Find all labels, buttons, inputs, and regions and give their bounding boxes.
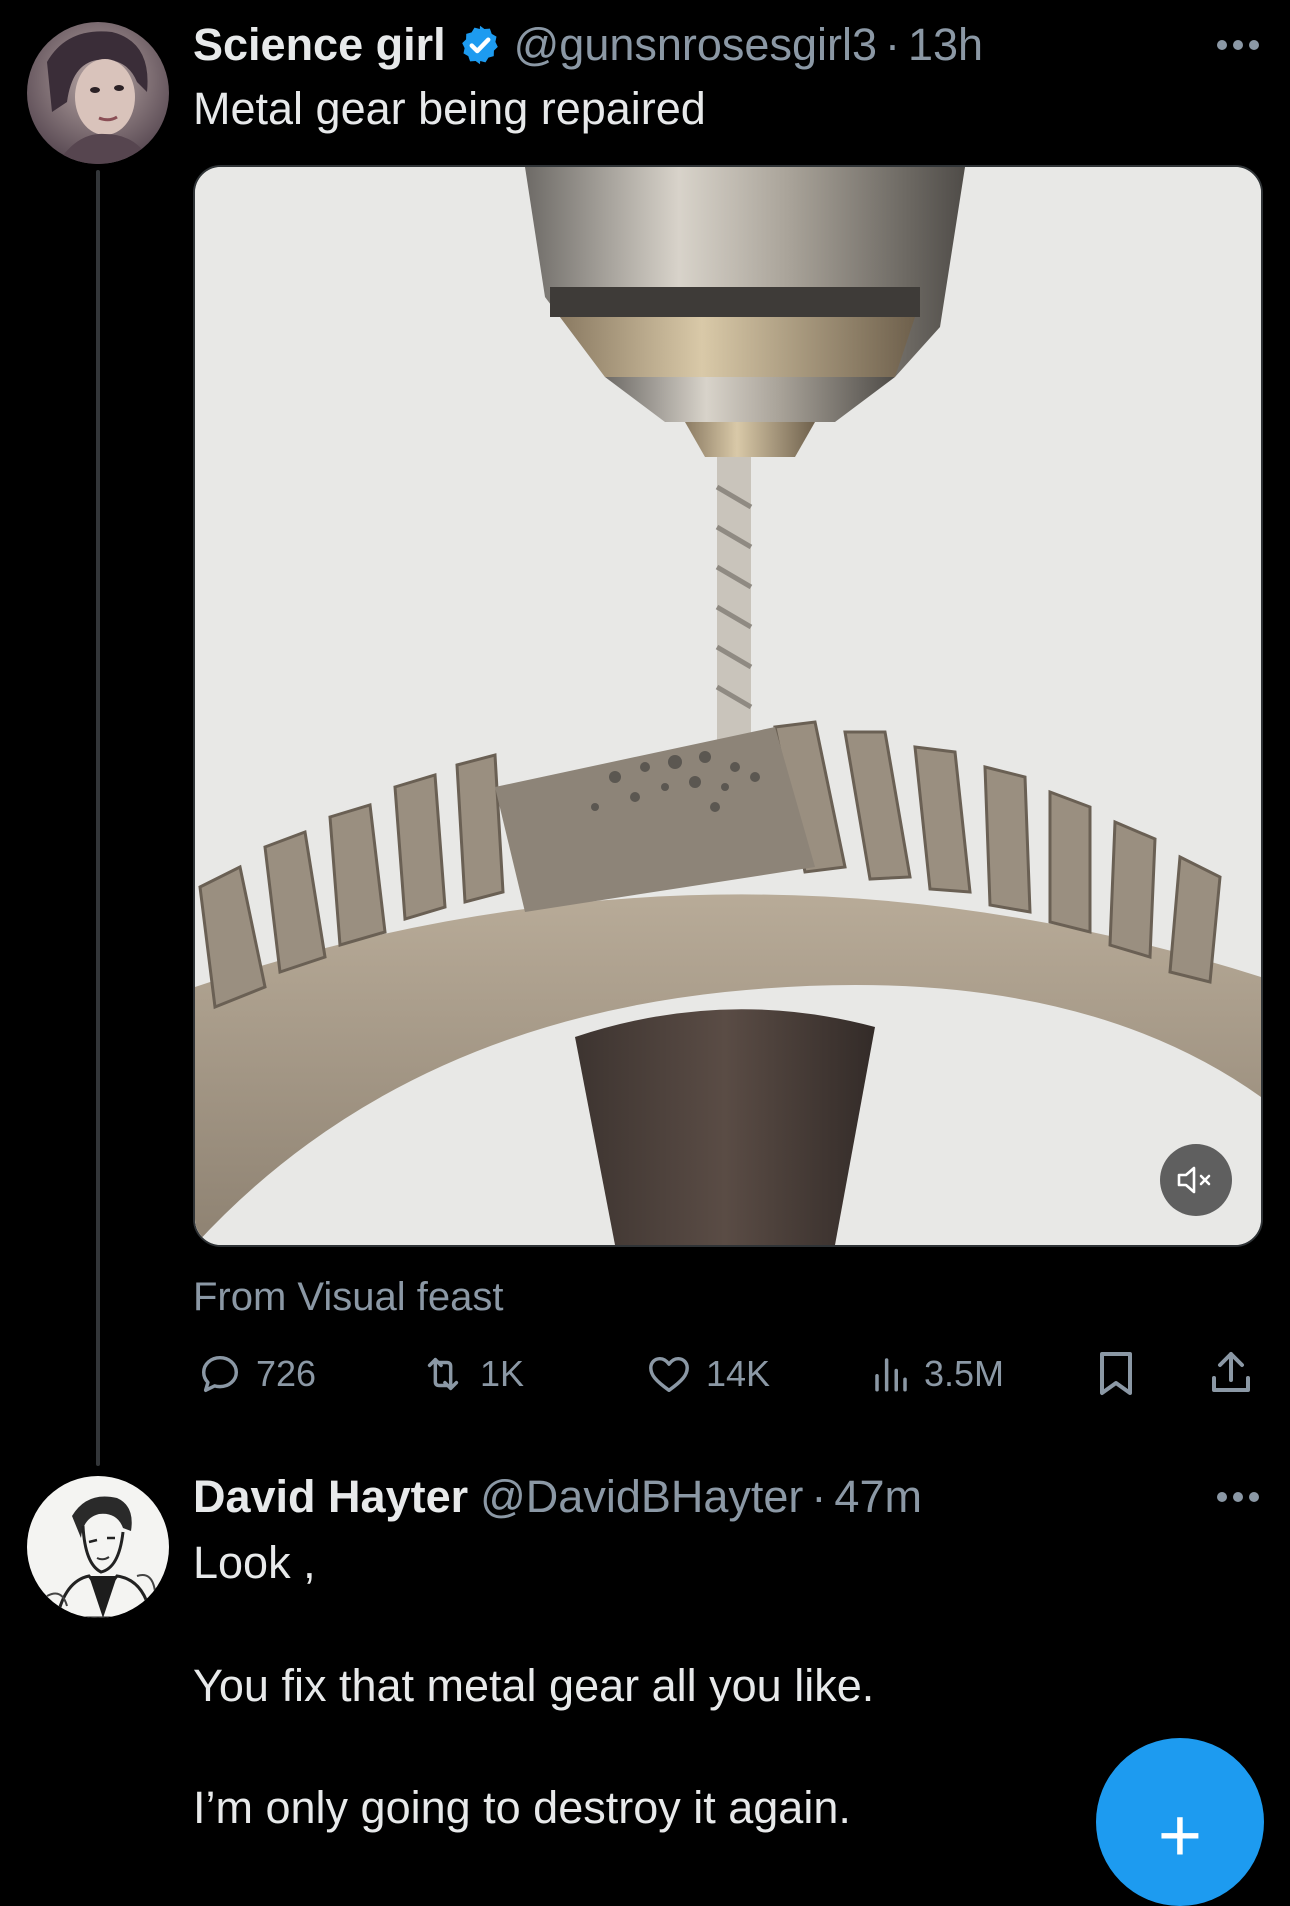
like-icon — [649, 1356, 689, 1393]
avatar-image — [27, 22, 169, 164]
view-count: 3.5M — [924, 1353, 1005, 1394]
plus-icon: + — [1157, 1793, 1203, 1878]
verified-badge-icon — [461, 25, 498, 65]
tweet1-separator: · — [885, 19, 900, 70]
like-count: 14K — [706, 1353, 771, 1394]
tweet1-display-name[interactable]: Science girl — [193, 18, 446, 72]
tweet2-display-name[interactable]: David Hayter — [193, 1470, 468, 1524]
like-button[interactable]: 14K — [644, 1350, 770, 1398]
reply-count: 726 — [256, 1353, 317, 1394]
repost-icon — [427, 1357, 459, 1391]
tweet1-video[interactable] — [193, 165, 1263, 1247]
avatar-image — [27, 1476, 169, 1618]
mute-icon — [1177, 1166, 1211, 1194]
views-icon — [875, 1358, 907, 1392]
compose-button[interactable]: + — [1096, 1738, 1264, 1906]
views-button[interactable]: 3.5M — [870, 1350, 1004, 1398]
tweet1-handle[interactable]: @gunsnrosesgirl3 — [514, 18, 877, 72]
reply-button[interactable]: 726 — [196, 1350, 316, 1398]
media-source-attribution[interactable]: From Visual feast — [193, 1272, 504, 1322]
more-icon[interactable] — [1215, 1490, 1261, 1504]
tweet1-text: Metal gear being repaired — [193, 83, 706, 134]
repost-count: 1K — [480, 1353, 525, 1394]
tweet1-timestamp[interactable]: 13h — [908, 18, 983, 72]
reply-icon — [201, 1355, 239, 1393]
tweet2-handle[interactable]: @DavidBHayter — [480, 1470, 803, 1524]
share-icon[interactable] — [1207, 1348, 1255, 1398]
tweet1-header: Science girl @gunsnrosesgirl3 · 13h — [193, 18, 983, 72]
bookmark-icon[interactable] — [1094, 1349, 1138, 1399]
thread-line — [96, 170, 100, 1466]
avatar-science-girl[interactable] — [27, 22, 169, 164]
repost-button[interactable]: 1K — [418, 1350, 524, 1398]
tweet2-text-line-1: Look , — [193, 1537, 316, 1588]
avatar-david-hayter[interactable] — [27, 1476, 169, 1618]
video-frame-gear-drill — [195, 167, 1261, 1245]
tweet2-separator: · — [811, 1471, 827, 1522]
tweet2-header: David Hayter @DavidBHayter · 47m — [193, 1470, 922, 1524]
mute-button[interactable] — [1160, 1144, 1232, 1216]
tweet2-timestamp[interactable]: 47m — [834, 1470, 922, 1524]
tweet2-text-line-2: You fix that metal gear all you like. — [193, 1660, 875, 1711]
more-icon[interactable] — [1215, 38, 1261, 52]
tweet2-text-line-3: I’m only going to destroy it again. — [193, 1782, 851, 1833]
